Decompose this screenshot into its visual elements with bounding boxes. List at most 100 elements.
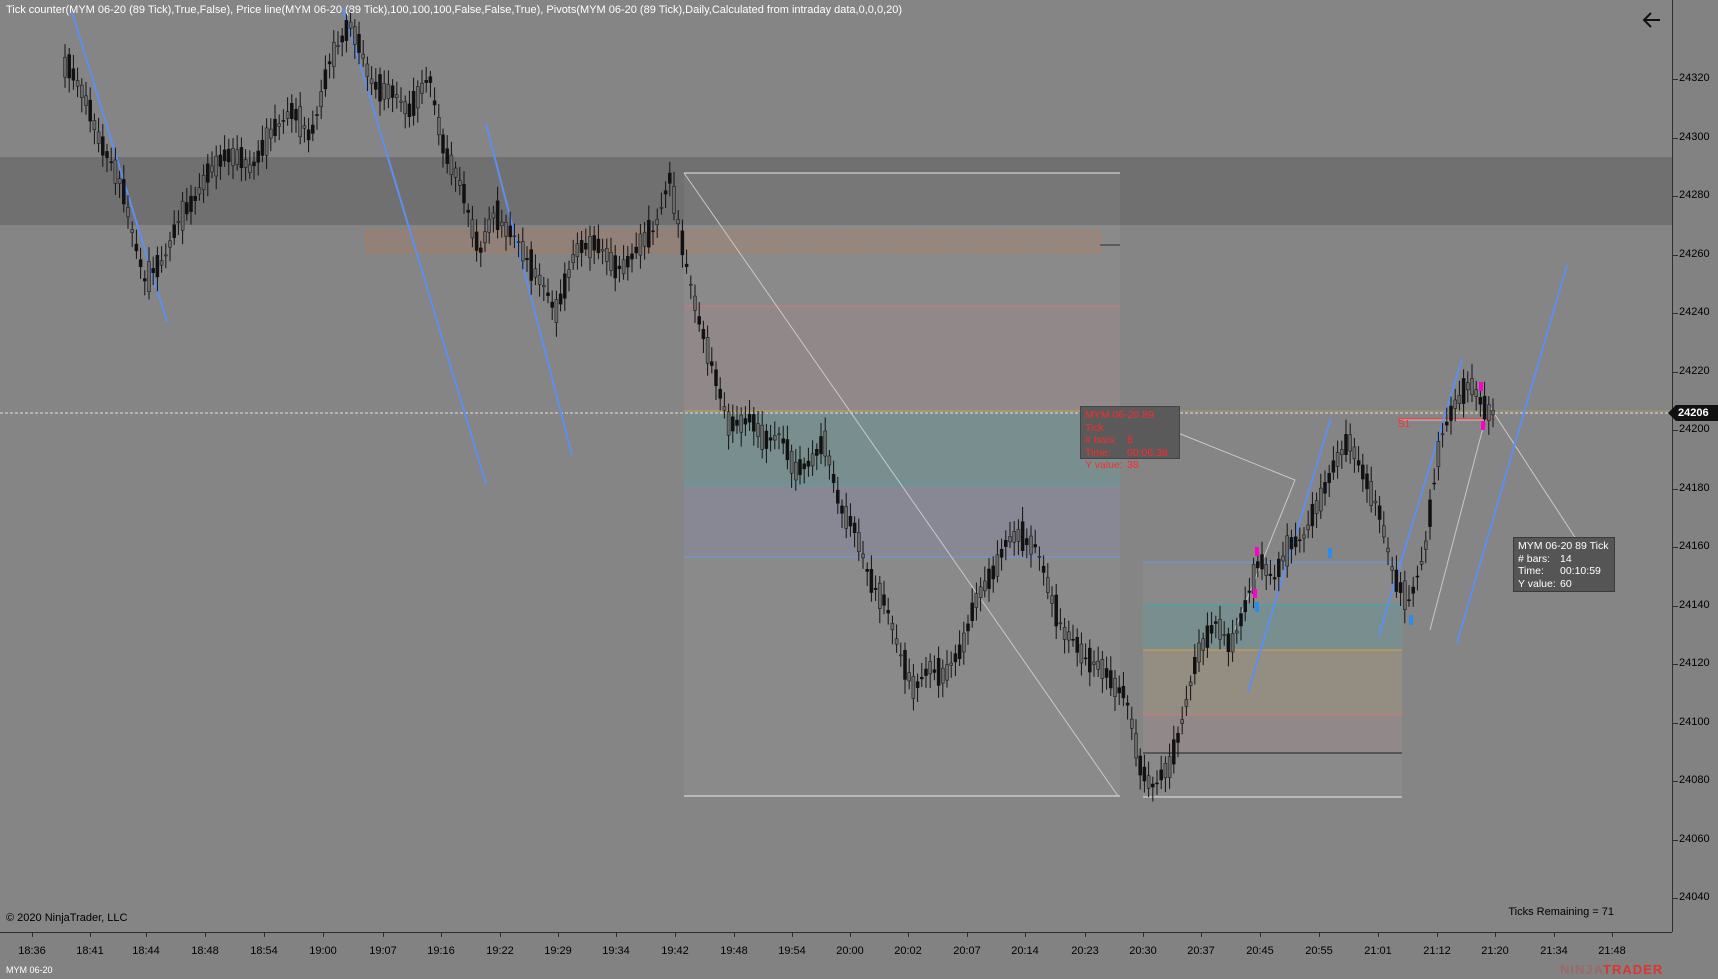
candle-body	[1029, 535, 1033, 555]
price-axis-tick	[1673, 898, 1678, 899]
candle-body	[357, 33, 361, 53]
time-axis-tick	[734, 933, 735, 937]
time-axis-label: 20:14	[1011, 945, 1039, 957]
measure-tooltip-white: MYM 06-20 89 Tick # bars: 14 Time: 00:10:5…	[1513, 537, 1615, 592]
candle-body	[718, 388, 722, 399]
chart-plot-area[interactable]: Tick counter(MYM 06-20 (89 Tick),True,Fa…	[0, 0, 1672, 932]
candle-body	[915, 681, 920, 688]
copyright-text: © 2020 NinjaTrader, LLC	[6, 912, 128, 924]
price-axis-label: 24180	[1679, 481, 1710, 494]
arrow-left-icon[interactable]	[1640, 8, 1664, 32]
price-axis-tick	[1673, 371, 1678, 373]
candle-body	[512, 235, 517, 238]
tooltip-key: # bars:	[1518, 552, 1551, 565]
time-axis-tick	[1260, 933, 1261, 937]
candle-body	[67, 54, 71, 79]
candle-body	[1033, 544, 1037, 548]
price-axis-label: 24080	[1679, 774, 1710, 786]
candle-body	[1293, 536, 1298, 548]
candle-body	[550, 301, 554, 308]
candle-body	[810, 453, 815, 467]
candle-body	[491, 212, 496, 219]
candle-body	[1188, 681, 1193, 687]
candle-body	[752, 414, 756, 432]
candle-body	[1487, 404, 1491, 421]
candle-body	[1197, 642, 1201, 663]
candle-body	[344, 20, 349, 41]
candle-body	[516, 241, 521, 243]
candle-body	[428, 76, 433, 83]
time-axis-tick	[850, 933, 851, 937]
candle-body	[546, 292, 550, 296]
price-axis-tick	[1673, 722, 1678, 724]
candle-body	[605, 248, 609, 262]
candle-body	[1419, 561, 1424, 565]
candle-body	[970, 602, 974, 622]
candle-body	[495, 200, 500, 230]
candle-body	[306, 129, 311, 141]
time-axis-label: 20:45	[1246, 945, 1274, 957]
time-axis-label: 21:20	[1481, 945, 1509, 957]
candle-body	[701, 329, 706, 340]
candle-body	[705, 337, 710, 364]
candle-body	[479, 247, 483, 253]
candle-body	[768, 437, 773, 441]
price-axis-tick	[1673, 605, 1678, 607]
candle-body	[777, 433, 781, 436]
time-axis-label: 18:54	[250, 945, 278, 957]
candle-body	[1256, 561, 1260, 569]
candle-body	[273, 118, 277, 136]
candle-body	[932, 669, 937, 673]
candle-body	[235, 149, 239, 165]
candle-body	[1407, 599, 1411, 602]
candle-body	[865, 569, 869, 572]
candle-body	[802, 463, 806, 470]
candle-body	[403, 101, 407, 115]
tooltip-value: 00:10:59	[1560, 565, 1601, 577]
candle-body	[336, 45, 340, 47]
candle-body	[983, 580, 987, 592]
candle-body	[382, 83, 386, 100]
candle-body	[1356, 460, 1361, 466]
candle-body	[739, 414, 743, 433]
candle-body	[1390, 566, 1394, 571]
candle-body	[1184, 699, 1189, 707]
candle-body	[655, 219, 659, 226]
candle-body	[348, 21, 353, 29]
candle-body	[122, 179, 126, 205]
price-axis[interactable]: 24320 24300 24280 24260 24240 24220 24200 24180…	[1672, 0, 1718, 932]
candle-body	[1474, 389, 1478, 397]
time-axis-tick	[1554, 933, 1555, 937]
time-axis-label: 19:16	[427, 945, 455, 957]
time-axis-tick	[32, 933, 33, 937]
candle-body	[126, 207, 130, 218]
candle-body	[449, 154, 454, 175]
candle-body	[773, 435, 777, 441]
candle-body	[1146, 775, 1151, 789]
candle-body	[1428, 499, 1432, 527]
candle-body	[978, 586, 983, 598]
time-axis[interactable]: 18:36 18:41 18:44 18:48 18:54 19:00 19:07 19:16…	[0, 932, 1672, 962]
candle-body	[206, 163, 210, 183]
candle-body	[794, 461, 798, 481]
candle-body	[1176, 732, 1180, 743]
candle-body	[584, 242, 588, 250]
candle-body	[878, 582, 882, 609]
candle-body	[974, 593, 979, 608]
candle-body	[1167, 756, 1172, 778]
candle-body	[1340, 449, 1344, 455]
candle-body	[1104, 668, 1109, 678]
candle-body	[1016, 529, 1021, 542]
candle-body	[726, 411, 731, 436]
price-axis-label: 24060	[1679, 832, 1710, 845]
candle-body	[1386, 547, 1390, 553]
candle-body	[101, 136, 105, 156]
candle-body	[911, 676, 916, 699]
candle-body	[924, 668, 928, 676]
time-axis-tick	[500, 933, 501, 937]
time-axis-tick	[1495, 933, 1496, 937]
price-chart-canvas[interactable]	[0, 0, 1672, 932]
candle-body	[327, 61, 332, 65]
price-axis-label: 24260	[1679, 247, 1710, 260]
time-axis-tick	[146, 933, 147, 937]
